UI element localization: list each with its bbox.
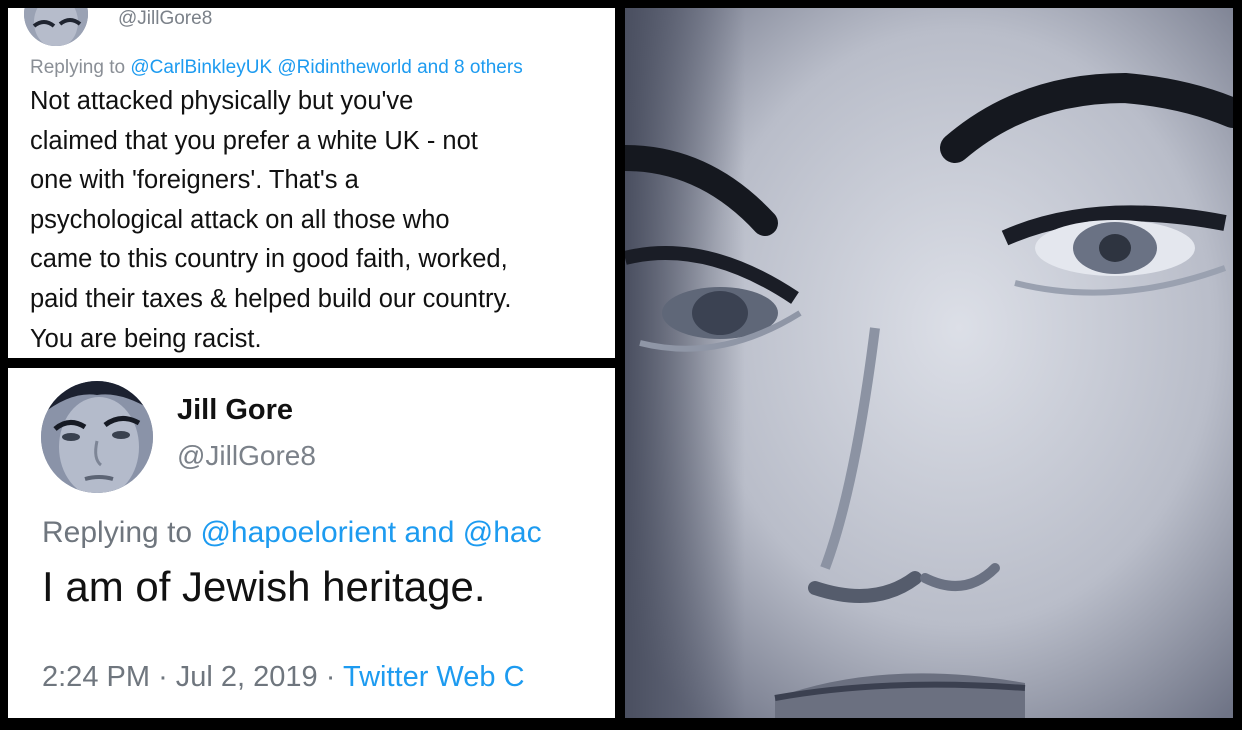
tweet-source-link[interactable]: Twitter Web C: [343, 661, 525, 693]
tweet-text-line: one with 'foreigners'. That's a: [30, 166, 359, 195]
face-icon: [41, 381, 153, 493]
tweet-time[interactable]: 2:24 PM: [42, 661, 150, 693]
replying-to-label: Replying to: [30, 57, 126, 78]
tweet-card-top: @JillGore8 Replying to @CarlBinkleyUK @R…: [8, 8, 615, 358]
tweet-date[interactable]: Jul 2, 2019: [176, 661, 318, 693]
face-icon: [24, 8, 88, 46]
reply-mentions-link[interactable]: @CarlBinkleyUK @Ridintheworld and 8 othe…: [130, 57, 522, 78]
tweet-text: Not attacked physically but you've claim…: [30, 82, 610, 358]
tweet-text: I am of Jewish heritage.: [42, 563, 486, 610]
tweet-text-line: came to this country in good faith, work…: [30, 245, 508, 274]
tweet-handle[interactable]: @JillGore8: [118, 8, 212, 30]
face-photo: [625, 8, 1233, 718]
display-name[interactable]: Jill Gore: [177, 394, 293, 427]
avatar[interactable]: [41, 381, 153, 493]
reply-mentions-link[interactable]: @hapoelorient and @hac: [200, 516, 541, 549]
face-closeup-image: [625, 8, 1233, 718]
tweet-text-line: psychological attack on all those who: [30, 205, 450, 234]
tweet-text-line: You are being racist.: [30, 324, 262, 353]
tweet-text-line: claimed that you prefer a white UK - not: [30, 126, 478, 155]
replying-to: Replying to @CarlBinkleyUK @Ridintheworl…: [30, 57, 523, 79]
avatar[interactable]: [24, 8, 88, 46]
tweet-handle[interactable]: @JillGore8: [177, 440, 316, 472]
tweet-text-line: paid their taxes & helped build our coun…: [30, 284, 512, 313]
tweet-card-bottom: Jill Gore @JillGore8 Replying to @hapoel…: [8, 368, 615, 718]
replying-to: Replying to @hapoelorient and @hac: [42, 516, 542, 550]
replying-to-label: Replying to: [42, 516, 193, 549]
tweet-meta: 2:24 PM · Jul 2, 2019 · Twitter Web C: [42, 661, 525, 694]
meta-separator: ·: [325, 661, 336, 693]
meta-separator: ·: [158, 661, 168, 693]
tweet-text-line: Not attacked physically but you've: [30, 87, 414, 115]
